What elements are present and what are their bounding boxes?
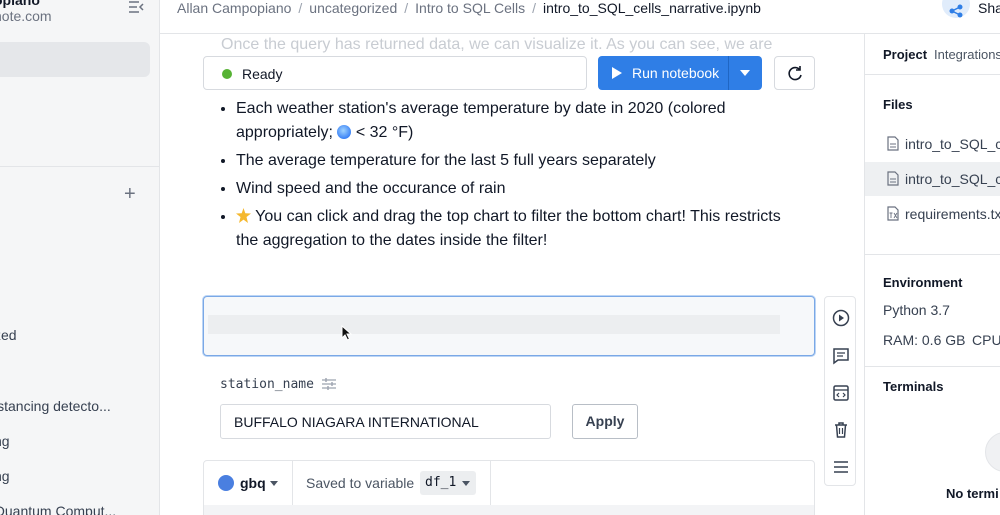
txt-file-icon <box>887 206 899 221</box>
breadcrumb-separator: / <box>404 0 409 16</box>
share-button[interactable]: Sha <box>978 0 1000 16</box>
list-item: You can click and drag the top chart to … <box>236 205 796 253</box>
breadcrumb: Allan Campopiano / uncategorized / Intro to … <box>177 0 761 16</box>
panel-divider <box>865 366 1000 367</box>
sidebar-item[interactable]: istancing detecto... <box>0 398 111 414</box>
breadcrumb-header: Allan Campopiano / uncategorized / Intro to … <box>160 0 1000 34</box>
chevron-down-icon[interactable] <box>270 481 278 486</box>
left-sidebar: opiano note.com + zed istancing detecto.… <box>0 0 160 515</box>
variable-select[interactable]: df_1 <box>420 471 476 495</box>
python-version: Python 3.7 <box>883 302 950 318</box>
apply-button[interactable]: Apply <box>572 404 638 439</box>
workspace-user-name[interactable]: opiano <box>0 0 40 8</box>
run-notebook-button[interactable]: Run notebook <box>598 56 762 90</box>
mouse-cursor-icon <box>341 325 353 341</box>
markdown-bullet-list: Each weather station's average temperatu… <box>236 97 796 257</box>
restart-kernel-button[interactable] <box>774 56 815 90</box>
panel-divider <box>865 74 1000 75</box>
chevron-down-icon <box>462 481 470 486</box>
list-item: The average temperature for the last 5 f… <box>236 149 796 173</box>
environment-heading: Environment <box>883 275 963 290</box>
code-view-icon[interactable] <box>832 384 850 402</box>
no-terminals-text: No termi <box>946 486 999 501</box>
parameter-label: station_name <box>220 377 314 392</box>
file-name: intro_to_SQL_ce <box>905 136 1000 152</box>
toolbar-divider <box>490 461 491 506</box>
sql-cell-toolbar: gbq Saved to variable df_1 <box>203 460 815 506</box>
collapse-sidebar-icon[interactable] <box>128 0 144 14</box>
parameter-settings-icon[interactable] <box>322 378 336 390</box>
breadcrumb-separator: / <box>532 0 537 16</box>
breadcrumb-project[interactable]: Intro to SQL Cells <box>415 0 525 16</box>
add-project-icon[interactable]: + <box>124 184 136 204</box>
run-notebook-label: Run notebook <box>632 65 720 81</box>
menu-icon[interactable] <box>832 458 850 476</box>
file-item-active[interactable]: intro_to_SQL_ce <box>865 162 1000 196</box>
tab-integrations[interactable]: Integrations <box>934 47 1000 62</box>
share-icon[interactable] <box>942 0 970 18</box>
file-name: requirements.tx <box>905 206 1000 222</box>
sql-editor-active-line[interactable] <box>208 315 780 334</box>
status-dot-icon <box>222 69 232 79</box>
bullet-text: < 32 °F) <box>351 124 414 141</box>
run-cell-icon[interactable] <box>832 309 850 327</box>
bullet-text: You can click and drag the top chart to … <box>236 208 781 249</box>
comment-icon[interactable] <box>832 347 850 365</box>
cold-face-icon <box>337 125 352 139</box>
breadcrumb-category[interactable]: uncategorized <box>309 0 397 16</box>
sidebar-item[interactable]: Quantum Comput... <box>0 503 116 515</box>
breadcrumb-separator: / <box>298 0 303 16</box>
file-icon <box>887 136 899 151</box>
sidebar-divider <box>0 166 159 167</box>
trash-icon[interactable] <box>832 421 850 439</box>
file-name: intro_to_SQL_ce <box>905 171 1000 187</box>
sql-cell-body <box>203 505 815 515</box>
sidebar-item[interactable]: ng <box>0 433 10 449</box>
bullet-text: Wind speed and the occurance of rain <box>236 180 506 197</box>
file-item[interactable]: requirements.tx <box>865 197 1000 231</box>
panel-divider <box>865 254 1000 255</box>
variable-name: df_1 <box>425 475 457 490</box>
bullet-text: Each weather station's average temperatu… <box>236 100 726 141</box>
kernel-status: Ready <box>203 56 587 90</box>
sidebar-item[interactable]: zed <box>0 327 17 343</box>
tab-project[interactable]: Project <box>883 47 927 62</box>
list-item: Each weather station's average temperatu… <box>236 97 796 145</box>
run-button-divider <box>728 56 729 90</box>
cpu-usage: CPU <box>972 332 1000 348</box>
play-icon <box>612 67 622 79</box>
file-icon <box>887 171 899 186</box>
ram-usage: RAM: 0.6 GB <box>883 332 966 348</box>
saved-to-variable-label: Saved to variable <box>306 475 415 491</box>
right-panel: Project Integrations Files intro_to_SQL_… <box>864 34 1000 515</box>
sidebar-item[interactable]: ng <box>0 468 10 484</box>
refresh-icon <box>788 66 802 81</box>
list-item: Wind speed and the occurance of rain <box>236 177 796 201</box>
sql-editor-cell[interactable] <box>203 296 815 356</box>
connection-select[interactable]: gbq <box>240 475 266 491</box>
file-item[interactable]: intro_to_SQL_ce <box>865 127 1000 161</box>
breadcrumb-notebook: intro_to_SQL_cells_narrative.ipynb <box>543 0 761 16</box>
chevron-down-icon[interactable] <box>740 70 750 76</box>
cell-action-bar <box>824 296 856 486</box>
notebook-main: Once the query has returned data, we can… <box>160 34 864 515</box>
workspace-user-email: note.com <box>0 8 52 24</box>
toolbar-divider <box>292 461 293 506</box>
files-heading: Files <box>883 97 913 112</box>
station-name-input[interactable]: BUFFALO NIAGARA INTERNATIONAL <box>220 404 551 439</box>
status-text: Ready <box>242 66 283 82</box>
terminals-heading: Terminals <box>883 379 944 394</box>
terminal-icon <box>985 432 1000 472</box>
bigquery-icon <box>218 475 234 491</box>
sparkle-star-icon <box>236 208 251 223</box>
faded-markdown-line: Once the query has returned data, we can… <box>221 36 773 53</box>
sidebar-active-item[interactable] <box>0 42 150 77</box>
breadcrumb-owner[interactable]: Allan Campopiano <box>177 0 291 16</box>
bullet-text: The average temperature for the last 5 f… <box>236 152 656 169</box>
